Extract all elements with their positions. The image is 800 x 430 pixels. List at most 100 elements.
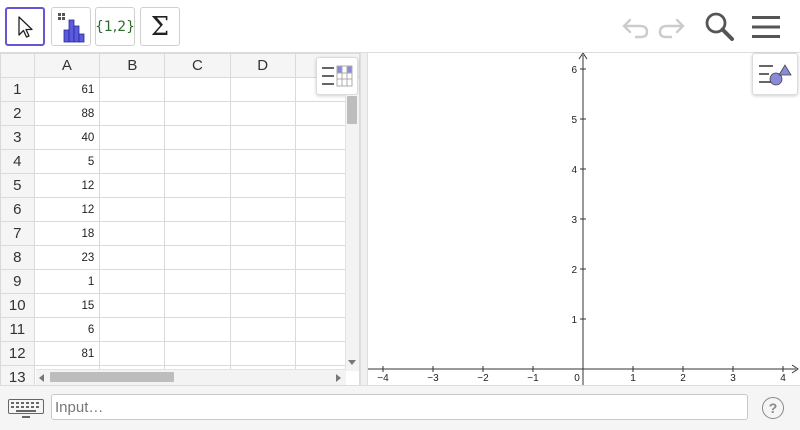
cell-c[interactable]: [164, 341, 231, 366]
cell-d[interactable]: [229, 101, 296, 126]
cell-b[interactable]: [99, 101, 166, 126]
graphics-view[interactable]: −4 −3 −2 −1 0 1 2 3 4 1 2 3 4 5 6: [368, 53, 800, 385]
x-tick-label: 2: [680, 373, 686, 384]
scroll-left-arrow-icon[interactable]: [38, 373, 46, 383]
column-header-d[interactable]: D: [229, 53, 296, 78]
cell-b[interactable]: [99, 173, 166, 198]
graphics-canvas[interactable]: −4 −3 −2 −1 0 1 2 3 4 1 2 3 4 5 6: [368, 53, 800, 385]
row-header[interactable]: 1: [0, 77, 35, 102]
histogram-tool-button[interactable]: [51, 7, 91, 46]
cell-d[interactable]: [229, 197, 296, 222]
cell-a[interactable]: 15: [33, 293, 101, 318]
cell-d[interactable]: [229, 149, 296, 174]
table-row: 11 6: [0, 317, 360, 342]
scroll-right-arrow-icon[interactable]: [334, 373, 342, 383]
cell-c[interactable]: [164, 101, 231, 126]
help-button[interactable]: ?: [762, 397, 784, 419]
row-header[interactable]: 7: [0, 221, 35, 246]
algebra-input-field[interactable]: [51, 394, 748, 420]
cell-b[interactable]: [99, 77, 166, 102]
column-header-c[interactable]: C: [164, 53, 231, 78]
row-header[interactable]: 8: [0, 245, 35, 270]
cell-b[interactable]: [99, 197, 166, 222]
cell-d[interactable]: [229, 341, 296, 366]
keyboard-icon: [8, 399, 44, 418]
cell-a[interactable]: 61: [33, 77, 101, 102]
cell-c[interactable]: [164, 221, 231, 246]
cell-c[interactable]: [164, 149, 231, 174]
scroll-down-arrow-icon[interactable]: [347, 358, 357, 366]
cell-b[interactable]: [99, 317, 166, 342]
vertical-scrollbar[interactable]: [345, 95, 359, 371]
main-menu-button[interactable]: [748, 10, 784, 44]
cell-a[interactable]: 6: [33, 317, 101, 342]
cell-c[interactable]: [164, 125, 231, 150]
cell-c[interactable]: [164, 269, 231, 294]
cell-b[interactable]: [99, 221, 166, 246]
search-button[interactable]: [701, 10, 737, 44]
cell-a[interactable]: 23: [33, 245, 101, 270]
cell-a[interactable]: 1: [33, 269, 101, 294]
redo-icon: [658, 18, 685, 39]
cell-c[interactable]: [164, 77, 231, 102]
table-row: 1 61: [0, 77, 360, 102]
cell-c[interactable]: [164, 245, 231, 270]
cell-a[interactable]: 5: [33, 149, 101, 174]
cell-b[interactable]: [99, 125, 166, 150]
keyboard-button[interactable]: [4, 397, 48, 421]
cell-a[interactable]: 81: [33, 341, 101, 366]
cell-b[interactable]: [99, 269, 166, 294]
cell-b[interactable]: [99, 341, 166, 366]
row-header[interactable]: 2: [0, 101, 35, 126]
view-divider[interactable]: [360, 53, 368, 385]
histogram-icon: [58, 12, 85, 42]
cell-d[interactable]: [229, 77, 296, 102]
redo-button[interactable]: [653, 10, 689, 44]
cell-b[interactable]: [99, 293, 166, 318]
x-tick-label: 0: [574, 373, 580, 384]
column-header-b[interactable]: B: [99, 53, 166, 78]
cell-b[interactable]: [99, 245, 166, 270]
row-header[interactable]: 9: [0, 269, 35, 294]
cell-d[interactable]: [229, 317, 296, 342]
row-header[interactable]: 12: [0, 341, 35, 366]
spreadsheet-style-bar-button[interactable]: [316, 57, 358, 95]
row-header[interactable]: 5: [0, 173, 35, 198]
cell-c[interactable]: [164, 293, 231, 318]
row-header[interactable]: 11: [0, 317, 35, 342]
cell-d[interactable]: [229, 293, 296, 318]
row-header[interactable]: 6: [0, 197, 35, 222]
cell-a[interactable]: 18: [33, 221, 101, 246]
cell-d[interactable]: [229, 173, 296, 198]
row-header[interactable]: 3: [0, 125, 35, 150]
move-tool-button[interactable]: [5, 7, 45, 46]
cell-d[interactable]: [229, 245, 296, 270]
list-tool-button[interactable]: {1,2}: [95, 7, 135, 46]
row-header[interactable]: 10: [0, 293, 35, 318]
cell-c[interactable]: [164, 317, 231, 342]
row-header[interactable]: 4: [0, 149, 35, 174]
vertical-scroll-thumb[interactable]: [347, 96, 357, 124]
corner-cell[interactable]: [0, 53, 35, 78]
cell-a[interactable]: 88: [33, 101, 101, 126]
cell-d[interactable]: [229, 269, 296, 294]
undo-icon: [622, 18, 649, 39]
cell-a[interactable]: 40: [33, 125, 101, 150]
horizontal-scroll-thumb[interactable]: [50, 372, 174, 382]
style-bar-icon: [322, 65, 353, 87]
sum-tool-button[interactable]: Σ: [140, 7, 180, 46]
cell-a[interactable]: 12: [33, 173, 101, 198]
table-row: 8 23: [0, 245, 360, 270]
cell-c[interactable]: [164, 197, 231, 222]
column-header-a[interactable]: A: [33, 53, 101, 78]
table-row: 6 12: [0, 197, 360, 222]
cell-a[interactable]: 12: [33, 197, 101, 222]
row-header[interactable]: 13: [0, 365, 35, 385]
graphics-style-bar-button[interactable]: [752, 53, 798, 95]
spreadsheet-view: A B C D 1 61 2 88 3 40 4 5 5 12 6 12 7 18 8 23 9 1 10 15 11 6…: [0, 53, 360, 385]
undo-button[interactable]: [618, 10, 654, 44]
cell-d[interactable]: [229, 221, 296, 246]
cell-d[interactable]: [229, 125, 296, 150]
cell-c[interactable]: [164, 173, 231, 198]
cell-b[interactable]: [99, 149, 166, 174]
